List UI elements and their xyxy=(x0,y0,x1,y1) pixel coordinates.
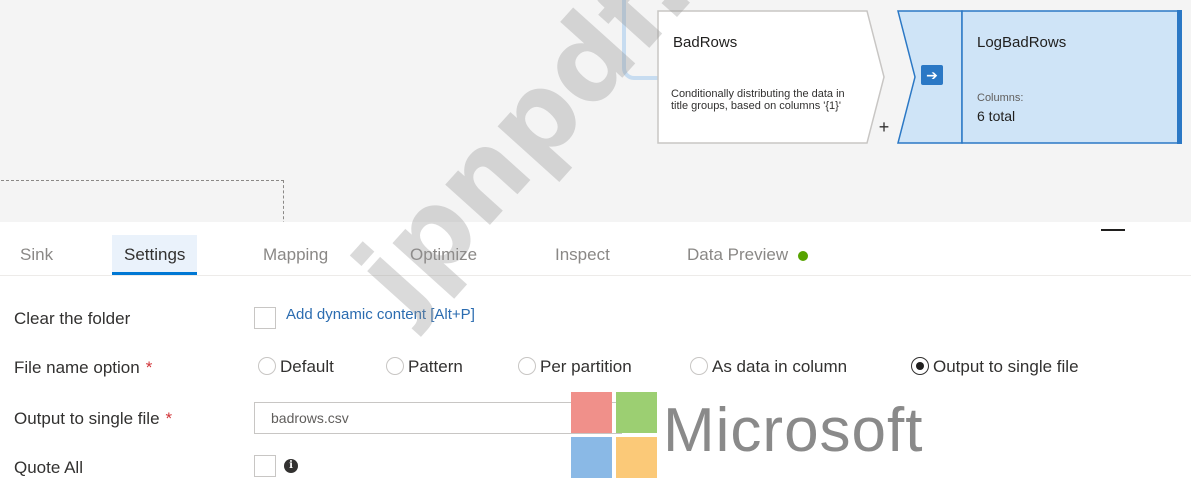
radio-circle-icon xyxy=(258,357,276,375)
quote-all-label: Quote All xyxy=(14,458,83,477)
radio-circle-icon xyxy=(386,357,404,375)
radio-default[interactable]: Default xyxy=(258,357,334,377)
radio-per-partition[interactable]: Per partition xyxy=(518,357,632,377)
quote-all-checkbox[interactable] xyxy=(254,455,276,477)
radio-output-single-file[interactable]: Output to single file xyxy=(911,357,1079,377)
tab-data-preview[interactable]: Data Preview xyxy=(675,235,820,275)
radio-as-data-in-column-label: As data in column xyxy=(712,357,848,376)
minimize-icon[interactable] xyxy=(1101,229,1125,231)
info-icon[interactable]: i xyxy=(284,459,298,473)
file-name-option-text: File name option xyxy=(14,358,140,377)
radio-default-label: Default xyxy=(280,357,334,376)
sink-node-title: LogBadRows xyxy=(977,34,1067,51)
logbadrows-node[interactable]: ➔ LogBadRows Columns: 6 total xyxy=(897,10,1183,144)
tab-settings[interactable]: Settings xyxy=(112,235,198,275)
tab-sink[interactable]: Sink xyxy=(8,235,65,275)
node-shape xyxy=(657,10,885,144)
radio-pattern-label: Pattern xyxy=(408,357,463,376)
radio-as-data-in-column[interactable]: As data in column xyxy=(690,357,847,377)
required-mark: * xyxy=(145,358,153,377)
add-transform-button[interactable]: + xyxy=(876,118,892,136)
badrows-node[interactable]: BadRows Conditionally distributing the d… xyxy=(657,10,885,144)
clear-folder-label: Clear the folder xyxy=(14,309,131,328)
radio-pattern[interactable]: Pattern xyxy=(386,357,463,377)
dataflow-canvas[interactable]: BadRows Conditionally distributing the d… xyxy=(0,0,1191,222)
sink-columns-value: 6 total xyxy=(977,108,1016,124)
radio-per-partition-label: Per partition xyxy=(540,357,632,376)
file-name-option-row: File name option * Default Pattern Per pa… xyxy=(0,348,1191,388)
output-single-file-label: Output to single file * xyxy=(14,409,172,429)
tab-data-preview-label: Data Preview xyxy=(687,245,789,264)
selection-outline xyxy=(0,180,284,222)
microsoft-logo-icon xyxy=(571,392,657,478)
sink-columns-label: Columns: xyxy=(977,92,1024,104)
tab-inspect[interactable]: Inspect xyxy=(543,235,622,275)
status-dot-icon xyxy=(798,250,809,261)
add-dynamic-content-link[interactable]: Add dynamic content [Alt+P] xyxy=(286,306,475,323)
output-file-name-input[interactable] xyxy=(254,402,622,434)
tab-mapping[interactable]: Mapping xyxy=(251,235,340,275)
radio-selected-icon xyxy=(911,357,929,375)
sink-node-edge xyxy=(1177,10,1182,144)
settings-tab-bar: Sink Settings Mapping Optimize Inspect D… xyxy=(0,222,1191,276)
tab-optimize[interactable]: Optimize xyxy=(398,235,489,275)
sink-arrow-icon: ➔ xyxy=(921,65,943,85)
badrows-node-description: Conditionally distributing the data in t… xyxy=(671,88,845,112)
radio-circle-icon xyxy=(690,357,708,375)
radio-circle-icon xyxy=(518,357,536,375)
file-name-option-label: File name option * xyxy=(14,358,152,378)
clear-folder-row: Clear the folder Add dynamic content [Al… xyxy=(0,299,1191,339)
microsoft-wordmark: Microsoft xyxy=(663,396,924,465)
clear-folder-checkbox[interactable] xyxy=(254,307,276,329)
required-mark: * xyxy=(165,409,173,428)
output-single-file-text: Output to single file xyxy=(14,409,160,428)
badrows-node-title: BadRows xyxy=(673,34,738,51)
radio-output-single-file-label: Output to single file xyxy=(933,357,1079,376)
